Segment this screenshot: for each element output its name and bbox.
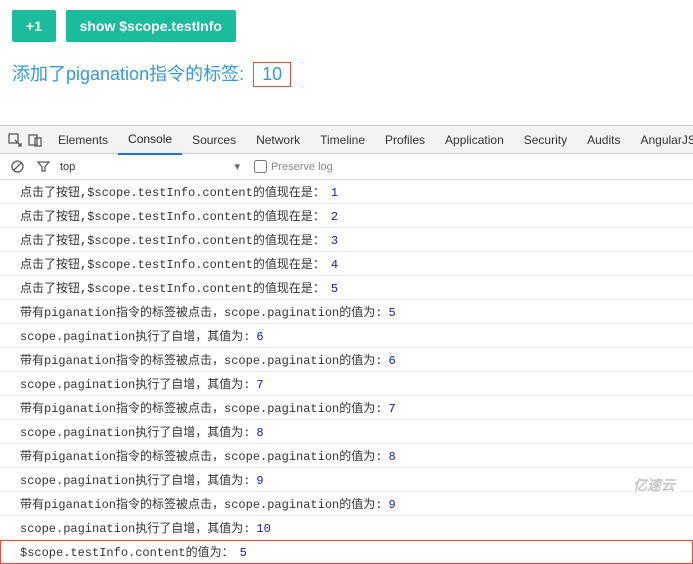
console-value: 9 [388,498,395,512]
preserve-log-label: Preserve log [271,161,333,173]
console-message: 带有piganation指令的标签被点击，scope.pagination的值为… [20,447,382,464]
console-message: 点击了按钮,$scope.testInfo.content的值现在是： [20,183,325,200]
console-row: 点击了按钮,$scope.testInfo.content的值现在是： 4 [0,252,693,276]
console-message: $scope.testInfo.content的值为： [20,543,234,560]
pagination-label-text: 添加了piganation指令的标签: [12,64,244,84]
console-row: 点击了按钮,$scope.testInfo.content的值现在是： 1 [0,180,693,204]
device-toggle-icon[interactable] [28,131,42,149]
console-row: 带有piganation指令的标签被点击，scope.pagination的值为… [0,348,693,372]
clear-console-icon[interactable] [8,158,26,176]
console-row: 带有piganation指令的标签被点击，scope.pagination的值为… [0,396,693,420]
console-row: 带有piganation指令的标签被点击，scope.pagination的值为… [0,444,693,468]
tab-application[interactable]: Application [435,126,514,154]
context-dropdown[interactable]: top ▾ [60,160,240,173]
console-row: 点击了按钮,$scope.testInfo.content的值现在是： 3 [0,228,693,252]
console-value: 5 [240,546,247,560]
console-toolbar: top ▾ Preserve log [0,154,693,180]
console-value: 3 [331,234,338,248]
console-value: 6 [388,354,395,368]
preserve-log-checkbox[interactable] [254,160,267,173]
console-message: scope.pagination执行了自增，其值为: [20,375,250,392]
inspect-icon[interactable] [8,131,22,149]
console-value: 7 [388,402,395,416]
console-row: scope.pagination执行了自增，其值为: 7 [0,372,693,396]
console-message: 点击了按钮,$scope.testInfo.content的值现在是： [20,231,325,248]
devtools-panel: Elements Console Sources Network Timelin… [0,125,693,564]
show-scope-button[interactable]: show $scope.testInfo [66,10,236,42]
console-row: 点击了按钮,$scope.testInfo.content的值现在是： 2 [0,204,693,228]
console-message: 点击了按钮,$scope.testInfo.content的值现在是： [20,279,325,296]
console-row: 点击了按钮,$scope.testInfo.content的值现在是： 5 [0,276,693,300]
console-message: 点击了按钮,$scope.testInfo.content的值现在是： [20,255,325,272]
tab-console[interactable]: Console [118,125,182,155]
console-row: $scope.testInfo.content的值为： 5 [0,540,693,564]
pagination-label: 添加了piganation指令的标签: 10 [12,60,681,87]
console-value: 8 [256,426,263,440]
console-message: 带有piganation指令的标签被点击，scope.pagination的值为… [20,351,382,368]
tab-elements[interactable]: Elements [48,126,118,154]
console-row: scope.pagination执行了自增，其值为: 8 [0,420,693,444]
console-message: 带有piganation指令的标签被点击，scope.pagination的值为… [20,495,382,512]
console-log-list: 点击了按钮,$scope.testInfo.content的值现在是：1点击了按… [0,180,693,564]
console-message: 点击了按钮,$scope.testInfo.content的值现在是： [20,207,325,224]
console-row: scope.pagination执行了自增，其值为: 6 [0,324,693,348]
console-value: 10 [256,522,270,536]
console-row: 带有piganation指令的标签被点击，scope.pagination的值为… [0,300,693,324]
console-value: 6 [256,330,263,344]
console-row: scope.pagination执行了自增，其值为: 10 [0,516,693,540]
tab-profiles[interactable]: Profiles [375,126,435,154]
tab-security[interactable]: Security [514,126,577,154]
plus-one-button[interactable]: +1 [12,10,56,42]
devtools-tabs: Elements Console Sources Network Timelin… [0,126,693,154]
filter-icon[interactable] [34,158,52,176]
tab-sources[interactable]: Sources [182,126,246,154]
console-message: scope.pagination执行了自增，其值为: [20,471,250,488]
console-message: scope.pagination执行了自增，其值为: [20,519,250,536]
console-message: 带有piganation指令的标签被点击，scope.pagination的值为… [20,399,382,416]
console-value: 1 [331,186,338,200]
console-row: scope.pagination执行了自增，其值为: 9 [0,468,693,492]
context-dropdown-label: top [60,161,75,173]
tab-timeline[interactable]: Timeline [310,126,375,154]
console-value: 8 [388,450,395,464]
pagination-value: 10 [253,62,291,87]
tab-audits[interactable]: Audits [577,126,630,154]
console-row: 带有piganation指令的标签被点击，scope.pagination的值为… [0,492,693,516]
console-message: scope.pagination执行了自增，其值为: [20,327,250,344]
tab-network[interactable]: Network [246,126,310,154]
console-value: 5 [388,306,395,320]
tab-angularjs[interactable]: AngularJS [630,126,693,154]
console-value: 4 [331,258,338,272]
watermark-text: 亿速云 [633,475,675,495]
console-message: 带有piganation指令的标签被点击，scope.pagination的值为… [20,303,382,320]
chevron-down-icon: ▾ [234,160,240,173]
console-message: scope.pagination执行了自增，其值为: [20,423,250,440]
console-value: 9 [256,474,263,488]
console-value: 5 [331,282,338,296]
console-value: 7 [256,378,263,392]
console-value: 2 [331,210,338,224]
